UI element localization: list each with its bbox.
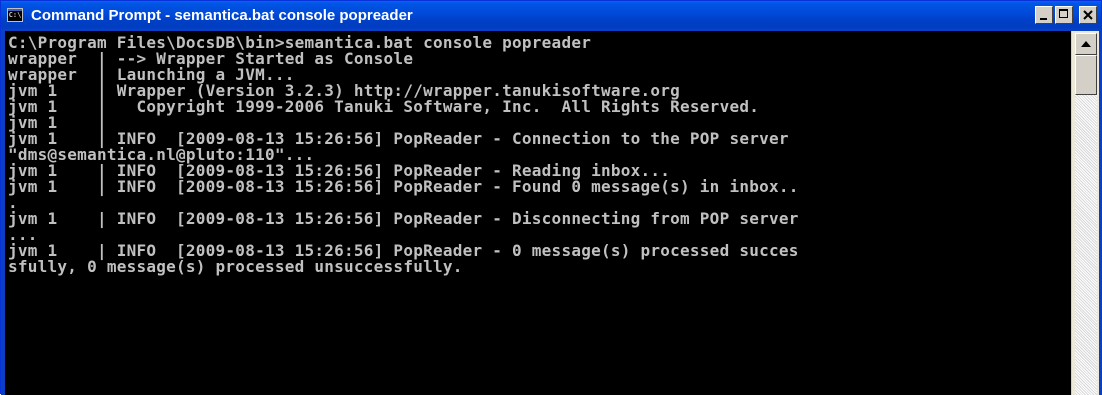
window-title: Command Prompt - semantica.bat console p…	[31, 7, 413, 24]
scroll-up-button[interactable]	[1075, 33, 1097, 55]
console-line: jvm 1 | INFO [2009-08-13 15:26:56] PopRe…	[8, 177, 799, 196]
command-prompt-window: C:\ Command Prompt - semantica.bat conso…	[0, 0, 1102, 395]
scroll-thumb[interactable]	[1075, 55, 1097, 95]
maximize-icon	[1059, 9, 1068, 18]
console-line: sfully, 0 message(s) processed unsuccess…	[8, 257, 463, 276]
title-bar[interactable]: C:\ Command Prompt - semantica.bat conso…	[1, 1, 1101, 31]
minimize-icon	[1040, 18, 1047, 20]
maximize-button[interactable]	[1055, 6, 1073, 24]
scroll-track[interactable]	[1075, 95, 1097, 395]
console-line: jvm 1 | INFO [2009-08-13 15:26:56] PopRe…	[8, 209, 799, 228]
console-lines: C:\Program Files\DocsDB\bin>semantica.ba…	[5, 31, 1071, 275]
console-line: jvm 1 | Copyright 1999-2006 Tanuki Softw…	[8, 97, 760, 116]
close-button[interactable]	[1079, 6, 1097, 24]
cmd-icon[interactable]: C:\	[7, 8, 23, 22]
minimize-button[interactable]	[1035, 6, 1053, 24]
console-output-area[interactable]: C:\Program Files\DocsDB\bin>semantica.ba…	[5, 31, 1071, 395]
scroll-up-arrow-icon	[1081, 41, 1091, 47]
close-icon	[1083, 10, 1093, 20]
vertical-scrollbar[interactable]	[1071, 31, 1099, 395]
